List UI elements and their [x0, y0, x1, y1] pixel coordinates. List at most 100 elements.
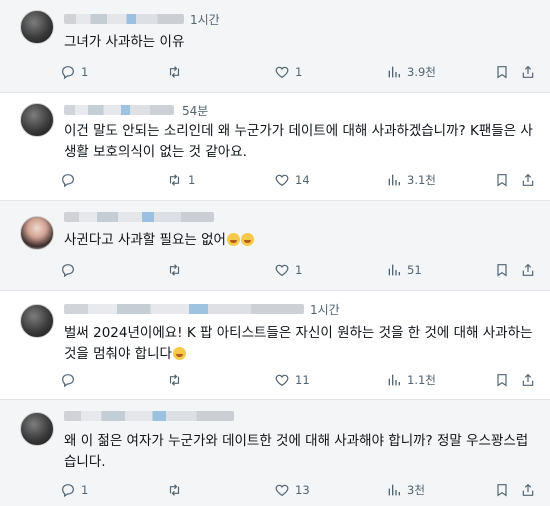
- like-count: 1: [295, 263, 303, 277]
- bookmark-button[interactable]: [494, 64, 510, 80]
- bookmark-icon: [497, 484, 507, 497]
- views-icon: [388, 174, 400, 186]
- pleading-face-emoji: [172, 347, 186, 360]
- like-icon: [275, 374, 289, 387]
- bookmark-button[interactable]: [494, 482, 510, 498]
- reply-button[interactable]: 1: [60, 64, 88, 80]
- retweet-icon: [169, 264, 180, 276]
- username-blurred: [64, 304, 304, 314]
- tweet-text: 이건 말도 안되는 소리인데 왜 누군가가 데이트에 대해 사과하겠습니까? K…: [64, 123, 533, 160]
- share-button[interactable]: [520, 64, 536, 80]
- like-button[interactable]: 13: [274, 482, 310, 498]
- share-button[interactable]: [520, 172, 536, 188]
- like-icon: [275, 174, 289, 187]
- retweet-count: 1: [188, 173, 196, 187]
- avatar[interactable]: [20, 216, 54, 250]
- timestamp: 1시간: [190, 13, 220, 27]
- reply-icon: [62, 66, 74, 80]
- retweet-button[interactable]: 1: [166, 172, 195, 188]
- views-count: 3.9천: [407, 65, 436, 79]
- bookmark-icon: [497, 66, 507, 79]
- tweet-text: 그녀가 사과하는 이유: [64, 34, 185, 50]
- avatar[interactable]: [20, 103, 54, 137]
- views-button[interactable]: 51: [386, 262, 422, 278]
- tweet-card[interactable]: 사귄다고 사과할 필요는 없어 1 51: [0, 201, 550, 290]
- reply-icon: [62, 374, 74, 388]
- like-count: 1: [295, 65, 303, 79]
- views-button[interactable]: 3.9천: [386, 64, 436, 80]
- username-blurred: [64, 14, 184, 24]
- bookmark-icon: [497, 264, 507, 277]
- views-button[interactable]: 1.1천: [386, 372, 436, 388]
- views-icon: [388, 264, 400, 276]
- views-button[interactable]: 3천: [386, 482, 425, 498]
- retweet-button[interactable]: [166, 64, 188, 80]
- retweet-button[interactable]: [166, 262, 188, 278]
- tweet-card[interactable]: 왜 이 젊은 여자가 누군가와 데이트한 것에 대해 사과해야 합니까? 정말 …: [0, 400, 550, 506]
- action-bar: 1 14 3.1천: [60, 172, 534, 190]
- tweet-text-body: 사귄다고 사과할 필요는 없어: [64, 232, 226, 248]
- like-count: 13: [295, 483, 310, 497]
- like-button[interactable]: 1: [274, 262, 302, 278]
- bookmark-button[interactable]: [494, 372, 510, 388]
- reply-button[interactable]: 1: [60, 482, 88, 498]
- share-button[interactable]: [520, 372, 536, 388]
- retweet-icon: [169, 484, 180, 496]
- reply-icon: [62, 174, 74, 188]
- share-button[interactable]: [520, 262, 536, 278]
- share-icon: [522, 483, 534, 496]
- crying-face-emoji: [240, 233, 254, 246]
- tweet-card[interactable]: 1시간 벌써 2024년이에요! K 팝 아티스트들은 자신이 원하는 것을 한…: [0, 291, 550, 399]
- avatar[interactable]: [20, 412, 54, 446]
- like-button[interactable]: 11: [274, 372, 310, 388]
- bookmark-button[interactable]: [494, 172, 510, 188]
- tweet-text: 사귄다고 사과할 필요는 없어: [64, 230, 540, 251]
- tweet-card[interactable]: 54분 이건 말도 안되는 소리인데 왜 누군가가 데이트에 대해 사과하겠습니…: [0, 93, 550, 200]
- timestamp: 1시간: [310, 303, 340, 317]
- reply-feed: 1시간 그녀가 사과하는 이유 1 1 3.9천 54분 이건 말도 안되는 소…: [0, 0, 550, 506]
- views-button[interactable]: 3.1천: [386, 172, 436, 188]
- username-blurred: [64, 212, 214, 222]
- avatar[interactable]: [20, 304, 54, 338]
- share-button[interactable]: [520, 482, 536, 498]
- tweet-card[interactable]: 1시간 그녀가 사과하는 이유 1 1 3.9천: [0, 0, 550, 92]
- reply-button[interactable]: [60, 262, 81, 278]
- like-icon: [275, 66, 289, 79]
- share-icon: [522, 263, 534, 276]
- views-count: 1.1천: [407, 373, 436, 387]
- views-icon: [388, 374, 400, 386]
- like-count: 11: [295, 373, 310, 387]
- reply-button[interactable]: [60, 372, 81, 388]
- views-count: 3천: [407, 483, 425, 497]
- tweet-text-body: 벌써 2024년이에요! K 팝 아티스트들은 자신이 원하는 것을 한 것에 …: [64, 325, 533, 362]
- views-icon: [388, 66, 400, 78]
- share-icon: [522, 173, 534, 186]
- views-count: 3.1천: [407, 173, 436, 187]
- retweet-icon: [169, 374, 180, 386]
- like-button[interactable]: 1: [274, 64, 302, 80]
- like-button[interactable]: 14: [274, 172, 310, 188]
- retweet-icon: [169, 174, 180, 186]
- share-icon: [522, 373, 534, 386]
- retweet-icon: [169, 66, 180, 78]
- retweet-button[interactable]: [166, 482, 188, 498]
- reply-button[interactable]: [60, 172, 81, 188]
- crying-face-emoji: [226, 233, 240, 246]
- username-blurred: [64, 411, 234, 421]
- tweet-text: 왜 이 젊은 여자가 누군가와 데이트한 것에 대해 사과해야 합니까? 정말 …: [64, 433, 529, 470]
- action-bar: 11 1.1천: [60, 372, 534, 390]
- bookmark-icon: [497, 374, 507, 387]
- action-bar: 1 1 3.9천: [60, 64, 534, 82]
- bookmark-button[interactable]: [494, 262, 510, 278]
- like-count: 14: [295, 173, 310, 187]
- avatar[interactable]: [20, 10, 54, 44]
- retweet-button[interactable]: [166, 372, 188, 388]
- action-bar: 1 13 3천: [60, 482, 534, 500]
- action-bar: 1 51: [60, 262, 534, 280]
- like-icon: [275, 484, 289, 497]
- timestamp: 54분: [182, 104, 209, 118]
- reply-icon: [62, 264, 74, 278]
- username-blurred: [64, 105, 174, 115]
- views-icon: [388, 484, 400, 496]
- reply-icon: [62, 484, 74, 498]
